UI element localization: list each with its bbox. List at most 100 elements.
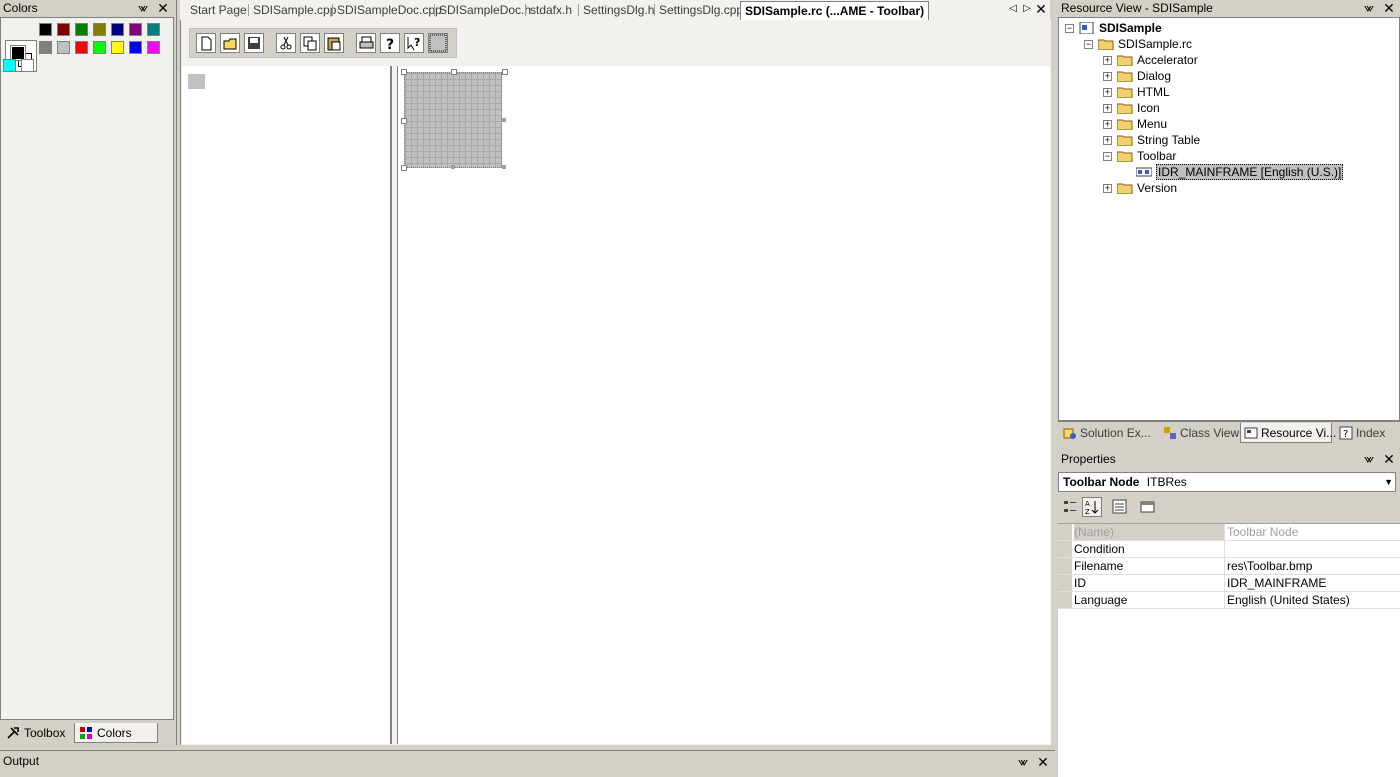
expand-icon[interactable]: + (1103, 56, 1112, 65)
tree-node[interactable]: + Dialog (1059, 68, 1399, 84)
scroll-tabs-right-icon[interactable]: ▷ (1020, 2, 1034, 16)
property-pages-icon[interactable] (1138, 497, 1158, 517)
tree-node[interactable]: + HTML (1059, 84, 1399, 100)
tree-node[interactable]: − SDISample (1059, 20, 1399, 36)
object-selector-dropdown[interactable]: Toolbar Node ITBRes ▼ (1058, 472, 1396, 492)
tree-node[interactable]: + Version (1059, 180, 1399, 196)
property-row[interactable]: Language English (United States) (1058, 592, 1400, 609)
color-swatch[interactable] (129, 23, 142, 36)
chevron-down-icon[interactable]: ▼ (1384, 473, 1393, 491)
tab-index[interactable]: ? Index (1336, 423, 1398, 443)
resize-handle[interactable] (502, 118, 506, 122)
color-swatch[interactable] (147, 41, 160, 54)
property-value[interactable]: IDR_MAINFRAME (1224, 575, 1400, 591)
color-swatch[interactable] (21, 59, 34, 72)
collapse-icon[interactable]: − (1065, 24, 1074, 33)
color-swatch[interactable] (3, 59, 16, 72)
expand-icon[interactable]: + (1103, 136, 1112, 145)
color-swatch[interactable] (129, 41, 142, 54)
tab-colors[interactable]: Colors (74, 723, 158, 743)
expand-icon[interactable]: + (1103, 104, 1112, 113)
document-tab[interactable]: SDISampleDoc.cpp (337, 2, 442, 18)
resize-handle[interactable] (401, 118, 407, 124)
expand-icon[interactable]: + (1103, 120, 1112, 129)
tree-node[interactable]: + Menu (1059, 116, 1399, 132)
close-icon[interactable]: ✕ (156, 1, 170, 15)
pin-icon[interactable]: ⩖ (1362, 1, 1376, 15)
color-swatch[interactable] (111, 41, 124, 54)
collapse-icon[interactable]: − (1103, 152, 1112, 161)
color-swatch[interactable] (39, 41, 52, 54)
resize-handle[interactable] (451, 165, 455, 169)
tree-node[interactable]: + String Table (1059, 132, 1399, 148)
help-icon[interactable]: ? (380, 33, 400, 53)
color-swatch[interactable] (93, 41, 106, 54)
open-icon[interactable] (220, 33, 240, 53)
paste-icon[interactable] (324, 33, 344, 53)
color-swatch[interactable] (57, 41, 70, 54)
color-swatch[interactable] (93, 23, 106, 36)
color-swatch[interactable] (111, 23, 124, 36)
property-row[interactable]: Filename res\Toolbar.bmp (1058, 558, 1400, 575)
document-tab[interactable]: SDISampleDoc.h (439, 2, 531, 18)
new-icon[interactable] (196, 33, 216, 53)
property-row[interactable]: ID IDR_MAINFRAME (1058, 575, 1400, 592)
cut-icon[interactable] (276, 33, 296, 53)
context-help-icon[interactable]: ? (404, 33, 424, 53)
button-preview[interactable] (188, 74, 205, 89)
document-tab[interactable]: Start Page (190, 2, 247, 18)
property-value[interactable]: English (United States) (1224, 592, 1400, 608)
toolbar-preview[interactable]: ?? (189, 28, 457, 58)
document-tab[interactable]: SettingsDlg.cpp (659, 2, 743, 18)
foreground-color-swatch[interactable] (10, 45, 26, 61)
expand-icon[interactable]: + (1103, 184, 1112, 193)
print-icon[interactable] (356, 33, 376, 53)
tree-node[interactable]: + Icon (1059, 100, 1399, 116)
pin-icon[interactable]: ⩖ (136, 1, 150, 15)
property-value[interactable]: Toolbar Node (1224, 524, 1400, 540)
pin-icon[interactable]: ⩖ (1016, 755, 1030, 769)
document-tab[interactable]: stdafx.h (530, 2, 572, 18)
properties-page-icon[interactable] (1110, 497, 1130, 517)
color-swatch[interactable] (57, 23, 70, 36)
resize-handle[interactable] (502, 165, 506, 169)
expand-icon[interactable]: + (1103, 88, 1112, 97)
close-icon[interactable]: ✕ (1382, 452, 1396, 466)
property-row[interactable]: Condition (1058, 541, 1400, 558)
blank-button-icon[interactable] (428, 33, 448, 53)
close-icon[interactable]: ✕ (1382, 1, 1396, 15)
resize-handle[interactable] (401, 69, 407, 75)
alphabetical-sort-icon[interactable]: AZ (1082, 497, 1102, 517)
property-value[interactable]: res\Toolbar.bmp (1224, 558, 1400, 574)
color-swatch[interactable] (75, 41, 88, 54)
close-document-icon[interactable]: ✕ (1034, 2, 1048, 16)
pin-icon[interactable]: ⩖ (1362, 452, 1376, 466)
resize-handle[interactable] (451, 69, 457, 75)
tree-node[interactable]: − Toolbar (1059, 148, 1399, 164)
color-swatch[interactable] (75, 23, 88, 36)
pixel-grid-canvas[interactable] (404, 72, 502, 168)
document-tab[interactable]: SDISample.cpp (253, 2, 336, 18)
tab-class-view[interactable]: Class View (1160, 423, 1240, 443)
tree-node[interactable]: IDR_MAINFRAME [English (U.S.)] (1059, 164, 1399, 180)
tab-resource-view[interactable]: Resource Vi... (1240, 423, 1336, 443)
tree-node[interactable]: + Accelerator (1059, 52, 1399, 68)
document-tab[interactable]: SDISample.rc (...AME - Toolbar) (740, 1, 930, 20)
document-tab[interactable]: SettingsDlg.h (583, 2, 654, 18)
tree-node[interactable]: − SDISample.rc (1059, 36, 1399, 52)
close-icon[interactable]: ✕ (1036, 755, 1050, 769)
collapse-icon[interactable]: − (1084, 40, 1093, 49)
categorized-icon[interactable] (1060, 497, 1080, 517)
toolbar-button-preview-pane[interactable] (182, 66, 392, 744)
copy-icon[interactable] (300, 33, 320, 53)
color-swatch[interactable] (39, 23, 52, 36)
tab-toolbox[interactable]: Toolbox (2, 723, 72, 743)
color-swatch[interactable] (147, 23, 160, 36)
resize-handle[interactable] (401, 165, 407, 171)
scroll-tabs-left-icon[interactable]: ◁ (1006, 2, 1020, 16)
property-row[interactable]: (Name) Toolbar Node (1058, 524, 1400, 541)
bitmap-edit-pane[interactable] (397, 66, 1050, 744)
property-value[interactable] (1224, 541, 1400, 557)
expand-icon[interactable]: + (1103, 72, 1112, 81)
tab-solution-explorer[interactable]: Solution Ex... (1060, 423, 1158, 443)
